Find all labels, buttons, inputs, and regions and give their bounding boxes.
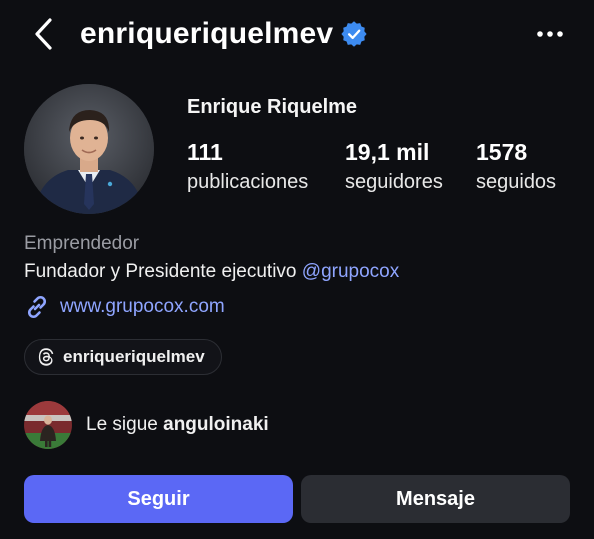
follow-button[interactable]: Seguir xyxy=(24,475,293,523)
username-block: enriqueriquelmev xyxy=(80,14,367,54)
profile-header: enriqueriquelmev xyxy=(0,0,594,70)
profile-website-link[interactable]: www.grupocox.com xyxy=(60,296,225,318)
link-icon xyxy=(27,295,47,319)
stat-followers-label: seguidores xyxy=(345,171,443,193)
more-options-button[interactable] xyxy=(532,20,568,48)
bio-text: Fundador y Presidente ejecutivo xyxy=(24,261,302,282)
stat-posts-label: publicaciones xyxy=(187,171,309,193)
stat-following-value: 1578 xyxy=(476,139,528,165)
followed-by-text: Le sigue anguloinaki xyxy=(86,414,269,436)
threads-icon xyxy=(38,348,54,366)
follower-avatar xyxy=(24,401,72,449)
stat-followers-value: 19,1 mil xyxy=(345,139,430,165)
profile-avatar[interactable] xyxy=(24,84,154,214)
chevron-left-icon xyxy=(35,18,52,50)
profile-link-row[interactable]: www.grupocox.com xyxy=(24,293,225,321)
message-button[interactable]: Mensaje xyxy=(301,475,570,523)
stat-following-label: seguidos xyxy=(476,171,557,193)
stat-following[interactable]: 1578 seguidos xyxy=(476,138,556,196)
threads-handle: enriqueriquelmev xyxy=(63,347,205,366)
followed-by-user[interactable]: anguloinaki xyxy=(163,414,269,435)
profile-bio: Fundador y Presidente ejecutivo @grupoco… xyxy=(24,261,399,283)
verified-badge-icon xyxy=(341,21,367,47)
stat-posts-value: 111 xyxy=(187,139,223,165)
followed-by-row[interactable]: Le sigue anguloinaki xyxy=(24,401,269,449)
stat-posts[interactable]: 111 publicaciones xyxy=(187,138,308,196)
profile-full-name: Enrique Riquelme xyxy=(187,96,358,118)
stat-followers[interactable]: 19,1 mil seguidores xyxy=(345,138,443,196)
followed-by-prefix: Le sigue xyxy=(86,414,164,435)
profile-category: Emprendedor xyxy=(24,233,140,254)
more-horizontal-icon xyxy=(537,31,563,37)
profile-username: enriqueriquelmev xyxy=(80,17,334,50)
back-button[interactable] xyxy=(28,16,58,52)
bio-mention-link[interactable]: @grupocox xyxy=(302,261,399,282)
threads-badge-button[interactable]: enriqueriquelmev xyxy=(24,339,222,375)
